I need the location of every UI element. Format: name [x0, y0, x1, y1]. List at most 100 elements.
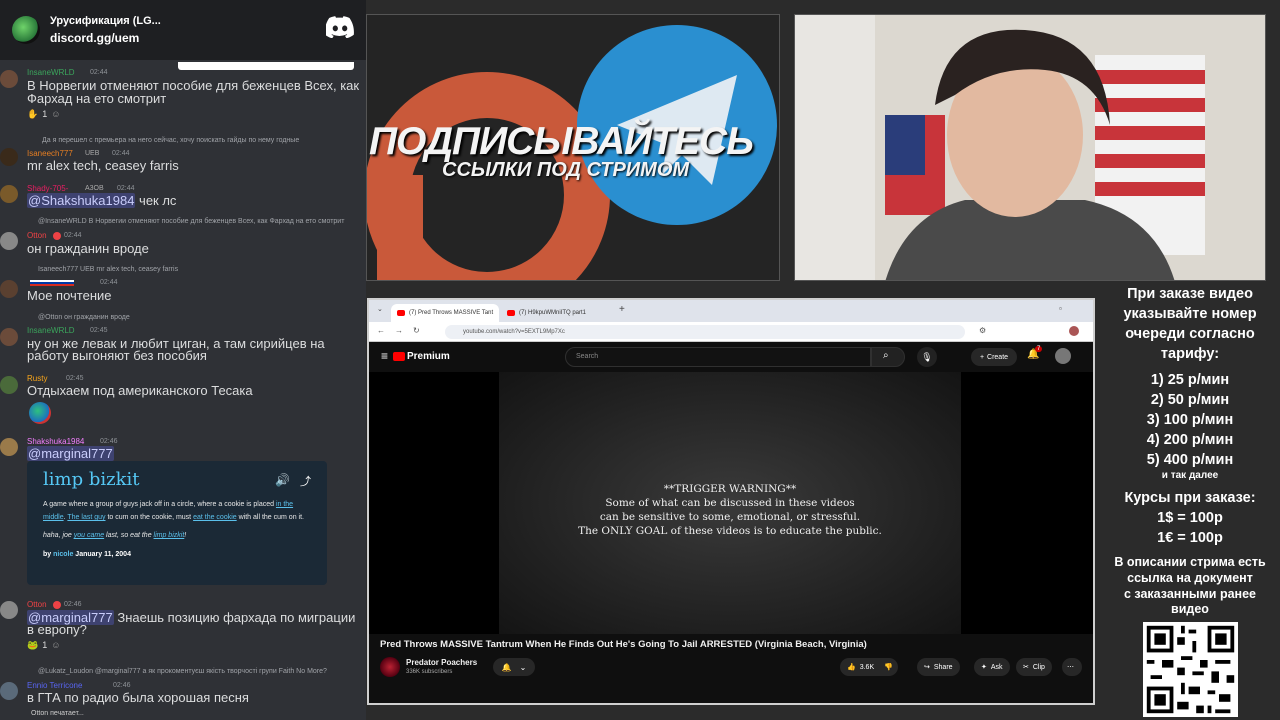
price-line: 1) 25 р/мин — [1150, 372, 1230, 388]
tab[interactable]: (7) H9kpuWMniITQ part1 — [501, 304, 601, 322]
def-text: to cum on the cookie, must — [105, 514, 194, 521]
minimize-icon[interactable]: ▫ — [1059, 304, 1062, 313]
server-invite[interactable]: discord.gg/uem — [50, 31, 161, 45]
chevron-down-icon: ⌄ — [519, 662, 527, 672]
username[interactable]: Shakshuka1984 — [27, 437, 84, 446]
mic-icon[interactable]: 🎙 — [917, 347, 937, 367]
discord-banner[interactable]: Урусификация (LG... discord.gg/uem — [0, 0, 366, 60]
youtube-header: ≡ Premium Search ⌕ 🎙 + Create 🔔 7 — [369, 342, 1093, 372]
user-mention[interactable]: @Shakshuka1984 — [27, 193, 136, 208]
username[interactable]: Isaneech777 — [27, 149, 73, 158]
username[interactable]: InsaneWRLD — [27, 326, 75, 335]
message-line: он гражданин вроде — [27, 241, 149, 256]
channel-name[interactable]: Predator Poachers — [406, 658, 477, 667]
thumbs-up-icon: 👍 — [847, 664, 856, 671]
tab-title: (7) Pred Throws MASSIVE Tant — [409, 310, 494, 316]
message-line: в ГТА по радио была хорошая песня — [27, 690, 249, 705]
share-label: Share — [933, 663, 953, 671]
timestamp: 02:46 — [64, 601, 82, 608]
share-icon[interactable]: ⤴ — [300, 473, 311, 489]
search-button[interactable]: ⌕ — [871, 347, 905, 367]
tab-title: (7) H9kpuWMniITQ part1 — [519, 310, 587, 316]
status-badge-icon — [53, 232, 61, 240]
rates-title: Курсы при заказе: — [1124, 490, 1256, 506]
reaction-count: 1 — [42, 109, 48, 119]
user-mention[interactable]: @marginal777 — [27, 446, 114, 461]
example-link[interactable]: limp bizkit — [154, 532, 185, 539]
reply-preview[interactable]: Да я перешел с премьера на него сейчас, … — [42, 137, 299, 144]
timestamp: 02:45 — [90, 327, 108, 334]
trigger-warning: **TRIGGER WARNING** Some of what can be … — [499, 482, 961, 538]
more-icon: ⋯ — [1067, 664, 1074, 671]
username[interactable]: Rusty — [27, 374, 47, 383]
menu-icon[interactable]: ≡ — [381, 349, 388, 363]
reaction-bar[interactable]: 🐸 1 ☺ — [27, 638, 60, 652]
create-button[interactable]: + Create — [971, 348, 1017, 366]
avatar — [0, 70, 18, 88]
youtube-brand[interactable]: Premium — [407, 351, 450, 362]
reply-preview[interactable]: @Otton он гражданин вроде — [38, 314, 130, 321]
timestamp: 02:46 — [113, 682, 131, 689]
tab-search-icon[interactable]: ⌄ — [377, 305, 383, 313]
ud-example: haha, joe you came last, so eat the limp… — [43, 532, 311, 539]
message-line: в европу? — [27, 622, 87, 637]
subscribed-button[interactable]: 🔔 ⌄ — [493, 658, 535, 676]
clip-button[interactable]: ✂ Clip — [1016, 658, 1052, 676]
ud-author-line: by nicole January 11, 2004 — [43, 551, 311, 558]
profile-icon[interactable] — [1069, 326, 1079, 336]
discord-logo-icon — [326, 16, 354, 38]
create-label: Create — [987, 353, 1009, 361]
message-line: работу выгоняют без пособия — [27, 348, 207, 363]
url-field[interactable]: youtube.com/watch?v=5EXTL9Mp7Xc — [445, 325, 965, 339]
username[interactable]: Shady-705- — [27, 184, 68, 193]
ask-label: Ask — [990, 663, 1003, 671]
avatar — [0, 148, 18, 166]
reply-preview[interactable]: @Lukatz_Loudon @marginal777 а як прокоме… — [38, 668, 327, 675]
back-icon[interactable]: ← — [377, 326, 385, 335]
username[interactable]: InsaneWRLD — [27, 68, 75, 77]
tab-active[interactable]: (7) Pred Throws MASSIVE Tant — [391, 304, 499, 322]
speaker-icon[interactable]: 🔊 — [275, 473, 290, 489]
share-icon: ↪ — [924, 664, 930, 671]
username[interactable]: Otton — [27, 600, 47, 609]
webcam-feed — [794, 14, 1266, 281]
add-reaction-icon[interactable]: ☺ — [51, 640, 60, 650]
extensions-icon[interactable]: ⚙ — [979, 326, 986, 335]
message-line: @marginal777 — [27, 446, 114, 461]
add-reaction-icon[interactable]: ☺ — [51, 109, 60, 119]
info-line: очереди согласно — [1125, 326, 1255, 342]
def-link[interactable]: The last guy — [67, 514, 105, 521]
reply-preview[interactable]: Isaneech777 UEB mr alex tech, ceasey far… — [38, 266, 178, 273]
reaction-emoji-icon: 🐸 — [27, 639, 39, 650]
search-input[interactable]: Search — [565, 347, 871, 367]
urban-dictionary-embed[interactable]: limp bizkit 🔊 ⤴ A game where a group of … — [27, 461, 327, 585]
reply-preview[interactable]: @InsaneWRLD В Норвегии отменяют пособие … — [38, 218, 344, 225]
new-tab-icon[interactable]: + — [619, 304, 625, 315]
ask-button[interactable]: ✦ Ask — [974, 658, 1010, 676]
like-button[interactable]: 👍 3.6K 👎 — [840, 658, 898, 676]
tab-bar: ⌄ (7) Pred Throws MASSIVE Tant (7) H9kpu… — [369, 300, 1093, 322]
avatar — [0, 232, 18, 250]
video-player[interactable]: **TRIGGER WARNING** Some of what can be … — [369, 372, 1093, 634]
message-line: @Shakshuka1984 чек лс — [27, 193, 176, 208]
timestamp: 02:45 — [66, 375, 84, 382]
ud-word[interactable]: limp bizkit — [43, 469, 311, 490]
example-text: haha, joe — [43, 532, 74, 539]
ud-author[interactable]: nicole — [53, 551, 73, 558]
example-link[interactable]: you came — [74, 532, 104, 539]
reload-icon[interactable]: ↻ — [413, 326, 420, 335]
youtube-logo-icon[interactable] — [393, 352, 405, 361]
channel-avatar[interactable] — [380, 657, 400, 677]
info-line: видео — [1171, 602, 1209, 616]
avatar — [0, 280, 18, 298]
forward-icon[interactable]: → — [395, 326, 403, 335]
reaction-bar[interactable]: ✋ 1 ☺ — [27, 107, 60, 121]
dislike-icon[interactable]: 👎 — [884, 663, 893, 671]
more-actions-button[interactable]: ⋯ — [1062, 658, 1082, 676]
def-link[interactable]: eat the cookie — [193, 514, 237, 521]
timestamp: 02:44 — [117, 185, 135, 192]
share-button[interactable]: ↪ Share — [917, 658, 960, 676]
username[interactable]: Otton — [27, 231, 47, 240]
account-avatar[interactable] — [1055, 348, 1071, 364]
username[interactable]: Ennio Terricone — [27, 681, 82, 690]
